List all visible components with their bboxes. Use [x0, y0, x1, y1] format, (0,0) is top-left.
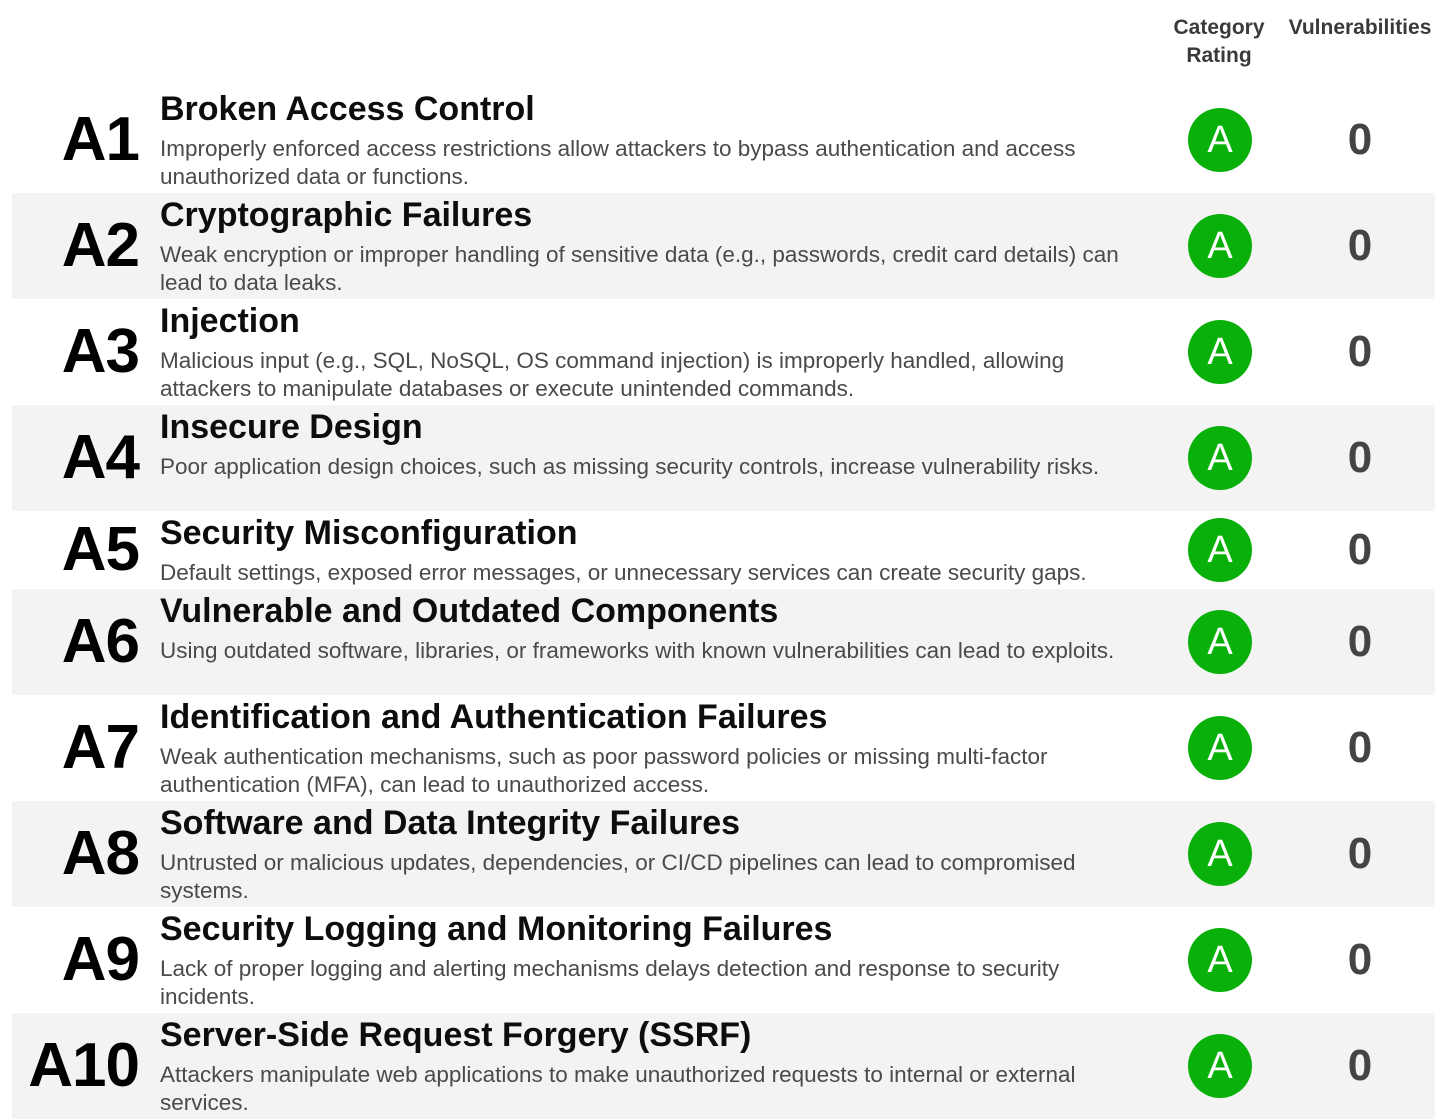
rating-badge: A: [1188, 928, 1252, 992]
category-code: A6: [61, 607, 140, 676]
category-code: A4: [61, 423, 140, 492]
vulnerability-count: 0: [1347, 525, 1373, 574]
vulnerability-count: 0: [1347, 935, 1373, 984]
category-title: Server-Side Request Forgery (SSRF): [160, 1016, 752, 1054]
category-row-a3: A3 Injection Malicious input (e.g., SQL,…: [0, 299, 1435, 405]
rating-badge: A: [1188, 1034, 1252, 1098]
category-row-a1: A1 Broken Access Control Improperly enfo…: [0, 87, 1435, 193]
category-code: A5: [61, 515, 140, 584]
vulnerability-count: 0: [1347, 617, 1373, 666]
category-title: Software and Data Integrity Failures: [160, 804, 741, 842]
category-row-a5: A5 Security Misconfiguration Default set…: [0, 511, 1435, 589]
rating-badge: A: [1188, 426, 1252, 490]
category-description: Improperly enforced access restrictions …: [160, 136, 1076, 189]
vulnerability-count: 0: [1347, 829, 1373, 878]
category-code: A8: [61, 819, 140, 888]
category-description: Using outdated software, libraries, or f…: [160, 638, 1115, 663]
rating-badge: A: [1188, 214, 1252, 278]
rating-badge: A: [1188, 108, 1252, 172]
category-code: A1: [61, 105, 140, 174]
category-description: Malicious input (e.g., SQL, NoSQL, OS co…: [160, 348, 1065, 401]
category-description: Weak encryption or improper handling of …: [160, 242, 1119, 295]
vulnerability-count: 0: [1347, 327, 1373, 376]
category-title: Cryptographic Failures: [160, 196, 533, 234]
rating-badge: A: [1188, 610, 1252, 674]
vulnerability-count: 0: [1347, 723, 1373, 772]
rating-badge: A: [1188, 320, 1252, 384]
vulnerabilities-header: Vulnerabilities: [1288, 16, 1432, 39]
category-description: Poor application design choices, such as…: [160, 454, 1100, 479]
category-rating-header: Category Rating: [1173, 16, 1265, 67]
category-row-a2: A2 Cryptographic Failures Weak encryptio…: [0, 193, 1435, 299]
vulnerability-count: 0: [1347, 115, 1373, 164]
rating-badge: A: [1188, 822, 1252, 886]
category-title: Vulnerable and Outdated Components: [160, 592, 779, 630]
category-row-a8: A8 Software and Data Integrity Failures …: [0, 801, 1435, 907]
category-code: A7: [61, 713, 140, 782]
category-title: Broken Access Control: [160, 90, 535, 128]
category-description: Untrusted or malicious updates, dependen…: [160, 850, 1076, 903]
category-code: A9: [61, 925, 140, 994]
category-title: Injection: [160, 302, 300, 340]
category-description: Default settings, exposed error messages…: [160, 560, 1087, 585]
vulnerability-count: 0: [1347, 221, 1373, 270]
category-title: Security Logging and Monitoring Failures: [160, 910, 833, 948]
category-row-a9: A9 Security Logging and Monitoring Failu…: [0, 907, 1435, 1013]
category-code: A10: [28, 1031, 140, 1100]
owasp-category-list: A1 Broken Access Control Improperly enfo…: [0, 87, 1435, 1119]
rating-badge: A: [1188, 518, 1252, 582]
category-code: A2: [61, 211, 140, 280]
category-title: Insecure Design: [160, 408, 423, 446]
category-row-a4: A4 Insecure Design Poor application desi…: [0, 405, 1435, 511]
category-row-a10: A10 Server-Side Request Forgery (SSRF) A…: [0, 1013, 1435, 1119]
category-description: Attackers manipulate web applications to…: [160, 1062, 1076, 1115]
rating-badge: A: [1188, 716, 1252, 780]
category-title: Security Misconfiguration: [160, 514, 578, 552]
category-title: Identification and Authentication Failur…: [160, 698, 828, 736]
category-description: Lack of proper logging and alerting mech…: [160, 956, 1060, 1009]
vulnerability-count: 0: [1347, 1041, 1373, 1090]
vulnerability-count: 0: [1347, 433, 1373, 482]
category-description: Weak authentication mechanisms, such as …: [160, 744, 1048, 797]
category-code: A3: [61, 317, 140, 386]
category-row-a6: A6 Vulnerable and Outdated Components Us…: [0, 589, 1435, 695]
category-row-a7: A7 Identification and Authentication Fai…: [0, 695, 1435, 801]
